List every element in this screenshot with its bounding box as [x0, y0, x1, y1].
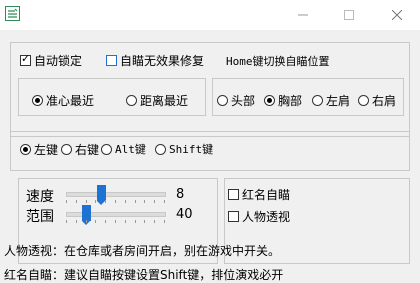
slider-tick [115, 200, 116, 203]
range-label: 范围 [26, 209, 54, 225]
slider-tick [115, 220, 116, 223]
slider-tick [164, 220, 165, 223]
speed-slider-track[interactable] [66, 192, 166, 197]
target-label: 胸部 [278, 94, 303, 108]
radio-dot [312, 95, 323, 106]
aim-mode-crosshair-radio[interactable]: 准心最近 [32, 92, 94, 109]
aim-mode-distance-radio[interactable]: 距离最近 [126, 92, 188, 109]
slider-tick [95, 220, 97, 223]
no-recoil-checkbox[interactable]: 自瞄无效果修复 [106, 52, 204, 69]
radio-dot [264, 95, 275, 106]
main-panel: 自动锁定 自瞄无效果修复 Home键切换自瞄位置 准心最近 距离最近 头部 胸部… [0, 30, 420, 282]
radio-dot [20, 144, 31, 155]
auto-lock-label: 自动锁定 [34, 54, 83, 68]
radio-dot [126, 95, 137, 106]
close-icon[interactable] [374, 0, 420, 30]
slider-tick [124, 220, 126, 223]
key-alt-radio[interactable]: Alt键 [101, 141, 146, 157]
radio-dot [32, 95, 43, 106]
speed-value: 8 [176, 187, 185, 202]
slider-tick [75, 200, 77, 203]
slider-tick [154, 200, 156, 203]
slider-tick [134, 200, 136, 203]
slider-tick [66, 200, 67, 203]
slider-tick [154, 220, 156, 223]
slider-tick [95, 200, 97, 203]
target-left-shoulder-radio[interactable]: 左肩 [312, 92, 350, 109]
red-name-note: 红名自瞄：建议自瞄按键设置Shift键，排位演戏必开 [4, 268, 284, 282]
key-right-radio[interactable]: 右键 [61, 141, 99, 158]
target-label: 右肩 [372, 94, 397, 108]
esp-checkbox[interactable]: 人物透视 [228, 208, 290, 225]
radio-dot [101, 143, 112, 155]
maximize-icon[interactable] [326, 0, 372, 30]
slider-tick [85, 200, 87, 203]
speed-label: 速度 [26, 189, 54, 205]
slider-tick [105, 200, 107, 203]
auto-lock-checkbox[interactable]: 自动锁定 [20, 52, 82, 69]
esp-box [228, 211, 239, 222]
key-shift-radio[interactable]: Shift键 [155, 141, 213, 157]
slider-tick [144, 220, 146, 223]
no-recoil-label: 自瞄无效果修复 [120, 54, 205, 68]
slider-tick [144, 200, 146, 203]
slider-tick [105, 220, 107, 223]
minimize-icon[interactable] [280, 0, 326, 30]
key-label: 右键 [75, 143, 100, 157]
slider-tick [75, 220, 77, 223]
key-left-radio[interactable]: 左键 [20, 141, 58, 158]
slider-tick [164, 200, 165, 203]
target-label: 左肩 [326, 94, 351, 108]
no-recoil-box [106, 55, 117, 66]
slider-tick [66, 220, 67, 223]
slider-tick [124, 200, 126, 203]
red-name-box [228, 189, 239, 200]
target-head-radio[interactable]: 头部 [217, 92, 255, 109]
key-label: 左键 [34, 143, 59, 157]
title-bar [0, 0, 420, 30]
home-key-hint: Home键切换自瞄位置 [226, 55, 330, 68]
auto-lock-checkmark [20, 52, 31, 66]
slider-tick [85, 220, 87, 223]
aim-mode-label: 准心最近 [46, 94, 95, 108]
aim-mode-label: 距离最近 [140, 94, 189, 108]
red-name-aim-checkbox[interactable]: 红名自瞄 [228, 186, 290, 203]
range-value: 40 [176, 207, 193, 222]
radio-dot [217, 95, 228, 106]
esp-note: 人物透视：在仓库或者房间开启，别在游戏中开关。 [4, 244, 281, 258]
speed-slider-thumb[interactable] [97, 185, 107, 205]
target-label: 头部 [231, 94, 256, 108]
radio-dot [358, 95, 369, 106]
key-label: Shift键 [169, 143, 214, 156]
target-right-shoulder-radio[interactable]: 右肩 [358, 92, 396, 109]
app-logo-icon [5, 6, 20, 21]
key-label: Alt键 [115, 143, 146, 156]
target-chest-radio[interactable]: 胸部 [264, 92, 302, 109]
radio-dot [155, 143, 166, 155]
range-slider-thumb[interactable] [81, 205, 91, 225]
slider-tick [134, 220, 136, 223]
red-name-label: 红名自瞄 [242, 188, 291, 202]
radio-dot [61, 144, 72, 155]
esp-label: 人物透视 [242, 210, 291, 224]
